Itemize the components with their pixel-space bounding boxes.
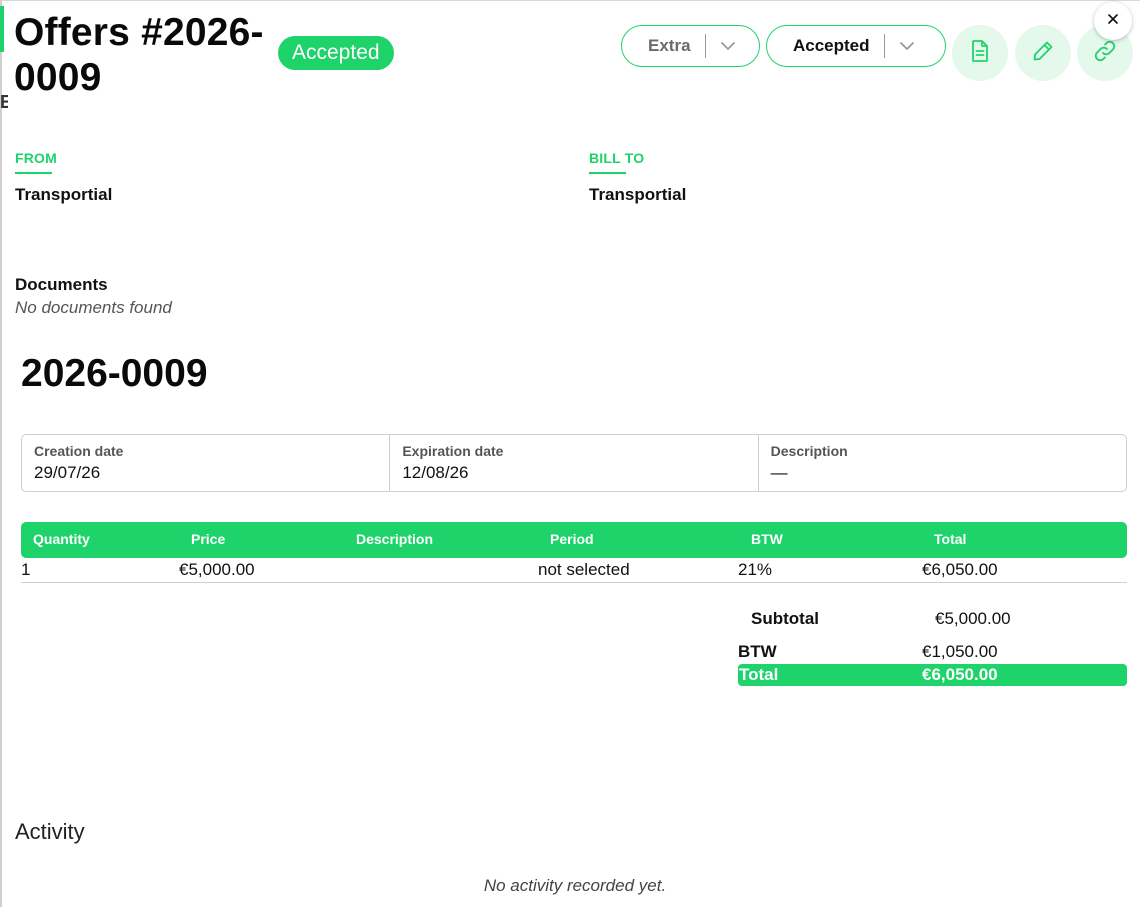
grand-total-bar: Total €6,050.00: [738, 664, 1127, 686]
pencil-icon: [1031, 39, 1055, 68]
description-value: —: [770, 463, 788, 482]
total-value: €6,050.00: [922, 665, 998, 684]
activity-empty-text: No activity recorded yet.: [483, 876, 667, 895]
background-app-edge: [0, 0, 2, 907]
bill-to-name: Transportial: [589, 185, 687, 204]
dropdown-separator: [704, 34, 706, 58]
from-label: FROM: [15, 150, 58, 166]
creation-date-value: 29/07/26: [34, 463, 101, 482]
column-header-price: Price: [191, 531, 226, 547]
edit-button[interactable]: [1015, 25, 1071, 81]
cell-total: €6,050.00: [922, 560, 998, 579]
status-dropdown-label: Accepted: [793, 36, 870, 55]
documents-title: Documents: [15, 275, 108, 294]
offer-info-box: Creation date 29/07/26 Expiration date 1…: [21, 434, 1127, 492]
from-name: Transportial: [15, 185, 113, 204]
bill-to-underline: [589, 172, 626, 174]
btw-label: BTW: [738, 642, 777, 661]
column-header-description: Description: [356, 531, 434, 547]
status-dropdown[interactable]: Accepted: [766, 25, 946, 67]
description-cell: Description —: [759, 435, 1126, 491]
documents-empty-text: No documents found: [15, 298, 172, 317]
column-header-quantity: Quantity: [33, 531, 90, 547]
extra-dropdown[interactable]: Extra: [621, 25, 760, 67]
subtotal-label: Subtotal: [751, 609, 819, 628]
bill-to-label: BILL TO: [589, 150, 645, 166]
dropdown-separator: [883, 34, 885, 58]
extra-dropdown-label: Extra: [648, 36, 691, 55]
table-row: 1 €5,000.00 not selected 21% €6,050.00: [21, 558, 1127, 583]
expiration-date-label: Expiration date: [402, 443, 504, 459]
cell-quantity: 1: [21, 560, 31, 579]
offer-detail-panel: E Offers #2026-0009 Accepted Extra Accep…: [0, 0, 1140, 907]
column-header-period: Period: [550, 531, 594, 547]
page-title: Offers #2026-0009: [14, 11, 264, 99]
cell-price: €5,000.00: [179, 560, 255, 579]
chevron-down-icon: [718, 36, 738, 56]
total-label: Total: [739, 665, 779, 684]
background-active-tab: [0, 6, 4, 52]
offer-number-heading: 2026-0009: [21, 352, 208, 395]
creation-date-cell: Creation date 29/07/26: [22, 435, 391, 491]
items-table-header: Quantity Price Description Period BTW To…: [21, 522, 1127, 558]
chevron-down-icon: [897, 36, 917, 56]
close-icon: [1107, 12, 1119, 30]
column-header-total: Total: [934, 531, 967, 547]
document-icon: [969, 39, 991, 68]
column-header-btw: BTW: [751, 531, 783, 547]
cell-period: not selected: [538, 560, 630, 579]
document-button[interactable]: [952, 25, 1008, 81]
creation-date-label: Creation date: [34, 443, 124, 459]
expiration-date-value: 12/08/26: [402, 463, 469, 482]
status-badge: Accepted: [278, 36, 394, 70]
close-button[interactable]: [1094, 2, 1132, 40]
cell-btw: 21%: [738, 560, 773, 579]
subtotal-value: €5,000.00: [935, 609, 1011, 628]
btw-value: €1,050.00: [922, 642, 998, 661]
description-label: Description: [770, 443, 848, 459]
panel-top-border: [0, 0, 1140, 1]
from-underline: [15, 172, 52, 174]
background-app-glyph: E: [0, 92, 8, 112]
link-icon: [1092, 38, 1118, 69]
expiration-date-cell: Expiration date 12/08/26: [390, 435, 759, 491]
activity-title: Activity: [15, 819, 85, 844]
